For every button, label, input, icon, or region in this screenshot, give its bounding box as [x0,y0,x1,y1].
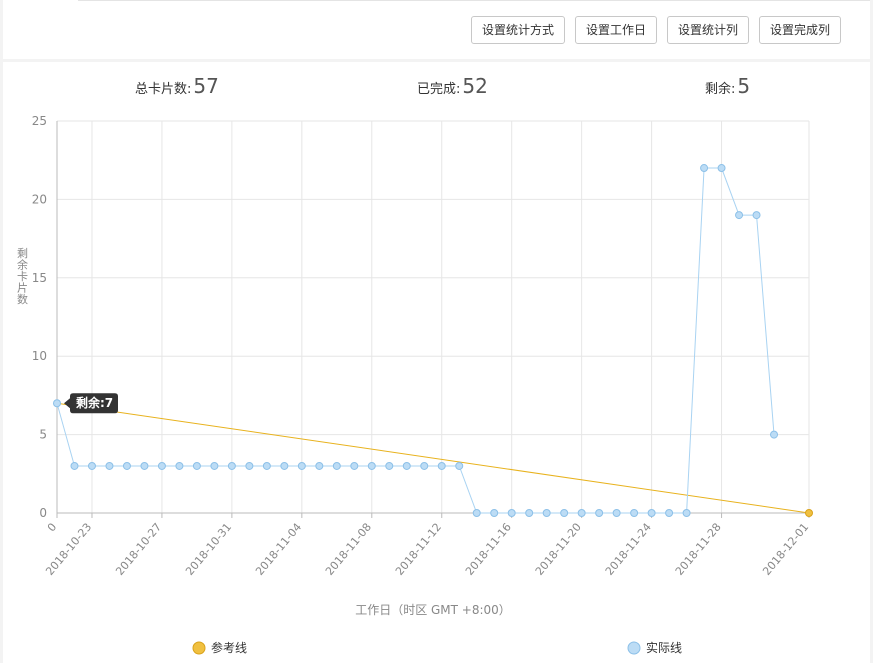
actual-point[interactable] [192,461,201,470]
actual-point[interactable] [752,211,761,220]
legend-marker [192,641,206,655]
actual-point[interactable] [315,461,324,470]
x-tick-label: 0 [45,521,59,535]
actual-point[interactable] [53,399,61,408]
x-tick-label: 2018-11-16 [463,521,514,578]
actual-point[interactable] [367,461,376,470]
reference-point [805,509,813,517]
y-tick-label: 10 [32,349,47,363]
actual-point[interactable] [595,509,604,517]
legend-label: 实际线 [646,640,682,655]
x-tick-label: 2018-11-28 [673,521,724,578]
actual-point[interactable] [507,509,516,517]
actual-point[interactable] [122,461,131,470]
x-tick-label: 2018-11-24 [603,521,654,578]
actual-point[interactable] [665,509,674,517]
y-axis-label: 剩余卡片数 [17,247,28,306]
legend-marker [627,641,641,655]
x-tick-label: 2018-11-04 [253,521,304,578]
y-tick-label: 20 [32,192,47,206]
actual-point[interactable] [490,509,499,517]
legend-item[interactable]: 实际线 [627,640,682,655]
y-tick-label: 0 [39,506,47,520]
actual-point[interactable] [735,211,744,220]
y-tick-label: 15 [32,271,47,285]
tooltip: 剩余:7 [64,393,118,414]
legend-item[interactable]: 参考线 [192,640,247,655]
actual-point[interactable] [210,461,219,470]
chart-legend: 参考线 实际线 [192,640,682,655]
actual-point[interactable] [700,164,709,173]
actual-point[interactable] [542,509,551,517]
x-tick-label: 2018-11-08 [323,521,374,578]
actual-point[interactable] [280,461,289,470]
chart-series [53,164,813,517]
actual-point[interactable] [262,461,271,470]
x-tick-label: 2018-11-20 [533,521,584,578]
actual-point[interactable] [525,509,534,517]
burndown-chart: 0510152025 02018-10-23 2018-10-27 2018-10-… [17,114,813,655]
x-tick-label: 2018-12-01 [760,521,811,578]
actual-point[interactable] [717,164,726,173]
x-tick-label: 2018-10-27 [113,521,164,578]
tooltip-text: 剩余:7 [76,395,113,410]
x-tick-label: 2018-10-31 [183,521,234,578]
actual-point[interactable] [630,509,639,517]
actual-point[interactable] [770,430,779,439]
actual-point[interactable] [70,461,79,470]
actual-point[interactable] [402,461,411,470]
actual-point[interactable] [420,461,429,470]
actual-point[interactable] [245,461,254,470]
actual-point[interactable] [647,509,656,517]
actual-point[interactable] [350,461,359,470]
y-tick-label: 5 [39,428,47,442]
actual-point[interactable] [612,509,621,517]
actual-point[interactable] [175,461,184,470]
actual-point[interactable] [682,509,691,517]
actual-point[interactable] [560,509,569,517]
y-tick-label: 25 [32,114,47,128]
x-axis-label: 工作日（时区 GMT +8:00） [355,603,511,617]
actual-point[interactable] [105,461,114,470]
actual-point[interactable] [332,461,341,470]
actual-point[interactable] [472,509,481,517]
actual-line [56,167,775,514]
y-axis-ticks: 0 5 10 15 20 25 [32,114,47,520]
actual-point[interactable] [227,461,236,470]
reference-line [56,402,810,514]
actual-point[interactable] [157,461,166,470]
actual-point[interactable] [455,461,464,470]
actual-point[interactable] [385,461,394,470]
actual-point[interactable] [140,461,149,470]
actual-point[interactable] [437,461,446,470]
x-axis-ticks: 02018-10-23 2018-10-27 2018-10-31 2018-11-0… [43,521,811,578]
actual-point[interactable] [297,461,306,470]
x-tick-label: 2018-11-12 [393,521,444,578]
legend-label: 参考线 [211,640,247,655]
actual-point[interactable] [577,509,586,517]
actual-point[interactable] [87,461,96,470]
